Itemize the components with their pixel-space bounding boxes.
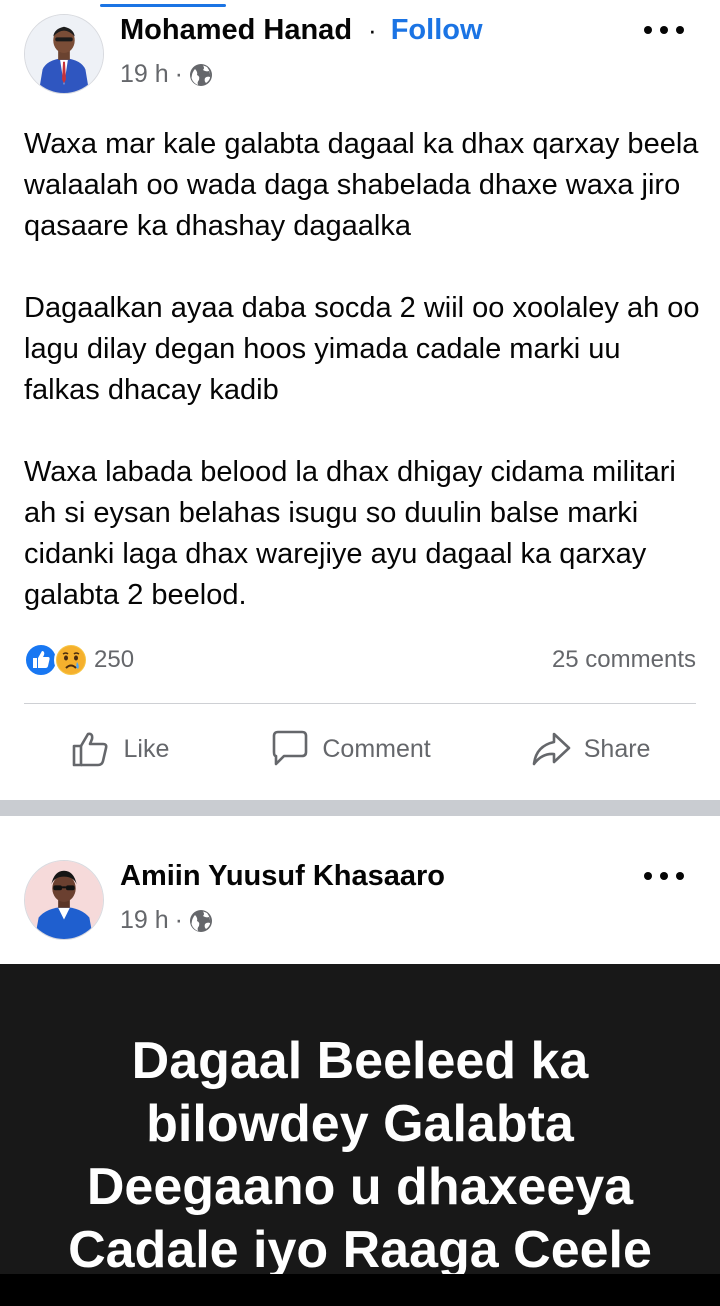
reaction-count: 250 <box>94 646 135 673</box>
reaction-summary[interactable]: 250 <box>24 643 134 677</box>
author-line: Mohamed Hanad · Follow <box>120 14 483 47</box>
dot-icon <box>660 26 668 34</box>
author-name[interactable]: Mohamed Hanad <box>120 14 352 47</box>
dot-icon <box>676 26 684 34</box>
profile-photo-mohamed <box>25 15 103 93</box>
profile-photo-amiin <box>25 861 103 939</box>
comments-count[interactable]: 25 comments <box>552 646 696 674</box>
feed-separator <box>0 800 720 816</box>
divider <box>24 703 696 704</box>
dot-icon <box>644 872 652 880</box>
like-button[interactable]: Like <box>70 728 170 770</box>
share-label: Share <box>583 734 651 763</box>
post-paragraph: Dagaalkan ayaa daba socda 2 wiil oo xool… <box>24 292 700 406</box>
more-options-button[interactable] <box>644 18 684 42</box>
reactions-row: 250 25 comments <box>24 640 696 680</box>
video-thumbnail[interactable]: Dagaal Beeleed ka bilowdey Galabta Deega… <box>0 964 720 1274</box>
comment-label: Comment <box>322 734 431 763</box>
comment-button[interactable]: Comment <box>268 728 431 770</box>
system-navigation-bar <box>0 1274 720 1306</box>
meta-separator: · <box>174 60 183 88</box>
avatar[interactable] <box>24 14 104 94</box>
dot-icon <box>660 872 668 880</box>
like-icon <box>24 643 58 677</box>
follow-button[interactable]: Follow <box>391 14 483 47</box>
post-card: Amiin Yuusuf Khasaaro 19 h · Dagaal Beel… <box>0 816 720 1306</box>
post-paragraph: Waxa mar kale galabta dagaal ka dhax qar… <box>24 128 699 242</box>
avatar[interactable] <box>24 860 104 940</box>
post-time[interactable]: 19 h <box>120 906 169 935</box>
thumbs-up-icon <box>72 732 107 767</box>
name-separator: · <box>368 15 377 45</box>
dot-icon <box>644 26 652 34</box>
dot-icon <box>676 872 684 880</box>
post-meta: 19 h · <box>120 60 213 89</box>
like-label: Like <box>123 734 170 763</box>
share-button[interactable]: Share <box>530 728 651 770</box>
more-options-button[interactable] <box>644 864 684 888</box>
video-title: Dagaal Beeleed ka bilowdey Galabta Deega… <box>68 1032 652 1274</box>
author-line: Amiin Yuusuf Khasaaro <box>120 860 445 893</box>
tab-indicator <box>100 4 226 7</box>
action-bar: Like Comment Share <box>0 718 720 780</box>
share-icon <box>532 732 571 766</box>
post-body: Waxa mar kale galabta dagaal ka dhax qar… <box>24 124 700 616</box>
post-card: Mohamed Hanad · Follow 19 h · Waxa mar k… <box>0 0 720 800</box>
globe-icon <box>190 63 212 86</box>
meta-separator: · <box>174 906 183 934</box>
post-paragraph: Waxa labada belood la dhax dhigay cidama… <box>24 456 676 611</box>
comment-icon <box>273 730 308 766</box>
author-name[interactable]: Amiin Yuusuf Khasaaro <box>120 860 445 893</box>
post-time[interactable]: 19 h <box>120 60 169 89</box>
globe-icon <box>190 909 212 932</box>
post-meta: 19 h · <box>120 906 213 935</box>
sad-icon <box>54 643 88 677</box>
